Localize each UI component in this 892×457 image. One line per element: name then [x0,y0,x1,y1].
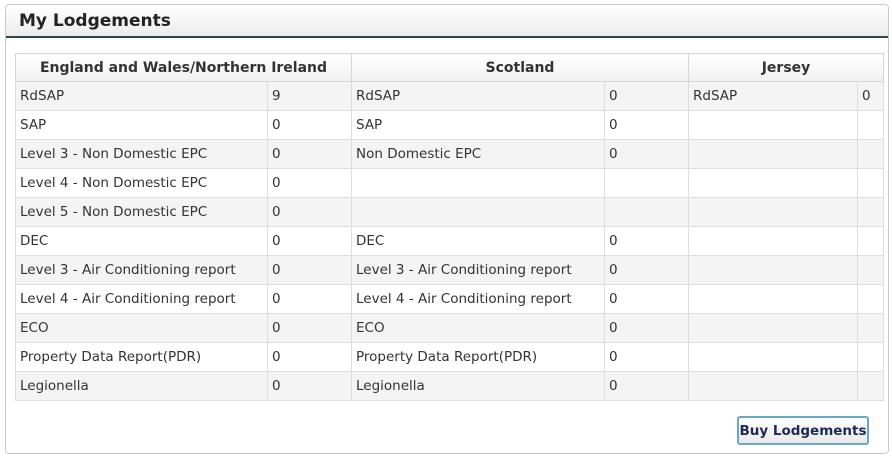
my-lodgements-panel: My Lodgements England and Wales/Northern… [5,4,889,454]
ewni-count-cell: 0 [267,371,352,401]
jersey-type-cell [688,226,858,256]
scotland-count-cell: 0 [604,110,689,140]
ewni-type-cell: RdSAP [15,81,268,111]
ewni-type-cell: Legionella [15,371,268,401]
jersey-type-cell [688,342,858,372]
scotland-type-cell: Non Domestic EPC [351,139,605,169]
jersey-type-cell [688,110,858,140]
jersey-count-cell [857,197,884,227]
scotland-type-cell [351,168,605,198]
column-header-scotland: Scotland [351,53,689,82]
ewni-type-cell: ECO [15,313,268,343]
jersey-type-cell [688,371,858,401]
ewni-count-cell: 0 [267,342,352,372]
lodgements-table: England and Wales/Northern Ireland Scotl… [15,53,884,401]
scotland-count-cell: 0 [604,255,689,285]
jersey-count-cell [857,110,884,140]
scotland-type-cell: Legionella [351,371,605,401]
ewni-count-cell: 0 [267,197,352,227]
table-row: DEC 0 DEC 0 [15,226,884,256]
ewni-count-cell: 0 [267,313,352,343]
panel-title: My Lodgements [19,10,171,31]
table-row: Level 3 - Air Conditioning report 0 Level … [15,255,884,285]
scotland-type-cell: Level 4 - Air Conditioning report [351,284,605,314]
jersey-count-cell [857,313,884,343]
ewni-type-cell: Level 5 - Non Domestic EPC [15,197,268,227]
ewni-count-cell: 0 [267,110,352,140]
ewni-count-cell: 0 [267,226,352,256]
jersey-type-cell [688,168,858,198]
scotland-type-cell: Level 3 - Air Conditioning report [351,255,605,285]
ewni-type-cell: SAP [15,110,268,140]
scotland-count-cell: 0 [604,284,689,314]
ewni-count-cell: 9 [267,81,352,111]
table-body: RdSAP 9 RdSAP 0 RdSAP 0 SAP 0 SAP 0 Level 3 - Non … [15,81,884,401]
scotland-count-cell [604,197,689,227]
jersey-count-cell [857,342,884,372]
ewni-type-cell: Level 4 - Air Conditioning report [15,284,268,314]
scotland-type-cell [351,197,605,227]
ewni-type-cell: Level 3 - Non Domestic EPC [15,139,268,169]
jersey-count-cell [857,284,884,314]
scotland-type-cell: DEC [351,226,605,256]
buy-lodgements-button[interactable]: Buy Lodgements [737,416,869,445]
ewni-type-cell: Property Data Report(PDR) [15,342,268,372]
column-header-england-wales-ni: England and Wales/Northern Ireland [15,53,352,82]
scotland-count-cell: 0 [604,139,689,169]
ewni-count-cell: 0 [267,168,352,198]
scotland-type-cell: ECO [351,313,605,343]
table-row: Legionella 0 Legionella 0 [15,371,884,401]
scotland-count-cell: 0 [604,226,689,256]
jersey-type-cell: RdSAP [688,81,858,111]
scotland-count-cell: 0 [604,313,689,343]
jersey-type-cell [688,313,858,343]
scotland-type-cell: Property Data Report(PDR) [351,342,605,372]
scotland-type-cell: SAP [351,110,605,140]
table-row: Level 4 - Air Conditioning report 0 Level … [15,284,884,314]
panel-header: My Lodgements [6,5,888,38]
jersey-count-cell [857,168,884,198]
jersey-count-cell [857,139,884,169]
table-row: Level 5 - Non Domestic EPC 0 [15,197,884,227]
jersey-type-cell [688,139,858,169]
jersey-count-cell [857,255,884,285]
ewni-count-cell: 0 [267,284,352,314]
table-header-row: England and Wales/Northern Ireland Scotl… [15,53,884,82]
table-row: Level 4 - Non Domestic EPC 0 [15,168,884,198]
ewni-type-cell: Level 3 - Air Conditioning report [15,255,268,285]
jersey-type-cell [688,197,858,227]
scotland-count-cell: 0 [604,371,689,401]
scotland-count-cell: 0 [604,342,689,372]
ewni-type-cell: Level 4 - Non Domestic EPC [15,168,268,198]
jersey-count-cell [857,371,884,401]
scotland-count-cell [604,168,689,198]
jersey-type-cell [688,255,858,285]
jersey-type-cell [688,284,858,314]
scotland-count-cell: 0 [604,81,689,111]
table-row: Level 3 - Non Domestic EPC 0 Non Domestic … [15,139,884,169]
table-row: Property Data Report(PDR) 0 Property Data … [15,342,884,372]
ewni-type-cell: DEC [15,226,268,256]
ewni-count-cell: 0 [267,139,352,169]
scotland-type-cell: RdSAP [351,81,605,111]
ewni-count-cell: 0 [267,255,352,285]
jersey-count-cell: 0 [857,81,884,111]
jersey-count-cell [857,226,884,256]
table-row: RdSAP 9 RdSAP 0 RdSAP 0 [15,81,884,111]
table-row: SAP 0 SAP 0 [15,110,884,140]
column-header-jersey: Jersey [688,53,884,82]
table-row: ECO 0 ECO 0 [15,313,884,343]
